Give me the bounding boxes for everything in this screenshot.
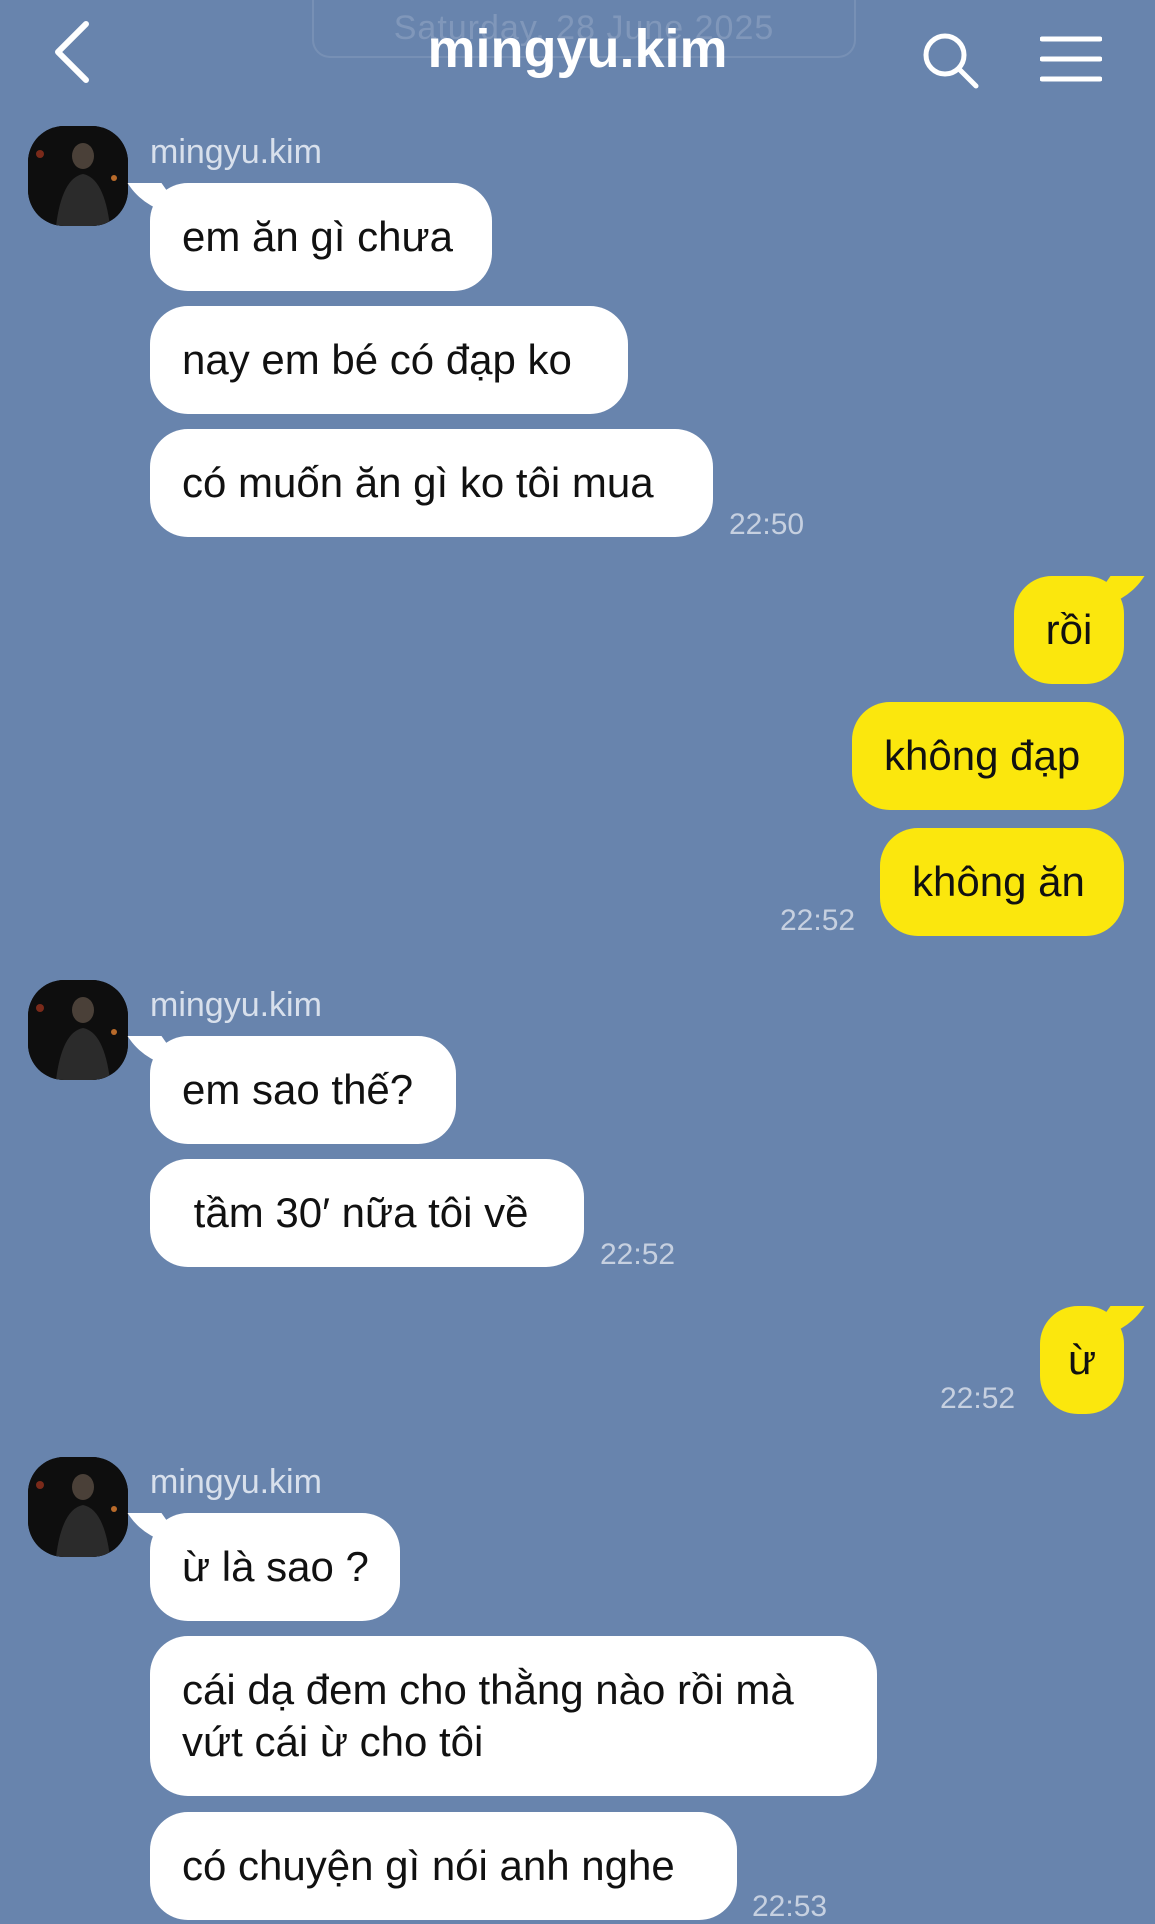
outgoing-message-bubble[interactable]: không ăn: [880, 828, 1124, 936]
outgoing-message-bubble[interactable]: không đạp: [852, 702, 1124, 810]
message-timestamp: 22:52: [780, 904, 856, 937]
incoming-message-bubble[interactable]: tầm 30′ nữa tôi về: [150, 1159, 584, 1267]
outgoing-message-bubble[interactable]: ừ: [1040, 1306, 1124, 1414]
message-timestamp: 22:52: [600, 1238, 676, 1271]
incoming-message-bubble[interactable]: ừ là sao ?: [150, 1513, 400, 1621]
sender-name: mingyu.kim: [150, 986, 322, 1024]
hamburger-menu-icon[interactable]: [1040, 34, 1102, 84]
avatar[interactable]: [28, 1457, 128, 1557]
incoming-message-bubble[interactable]: em ăn gì chưa: [150, 183, 492, 291]
message-timestamp: 22:52: [940, 1382, 1016, 1415]
sender-name: mingyu.kim: [150, 1463, 322, 1501]
avatar[interactable]: [28, 980, 128, 1080]
profile-photo: [28, 1457, 128, 1557]
message-timestamp: 22:53: [752, 1890, 828, 1923]
incoming-message-bubble[interactable]: nay em bé có đạp ko: [150, 306, 628, 414]
avatar[interactable]: [28, 126, 128, 226]
incoming-message-bubble[interactable]: có chuyện gì nói anh nghe: [150, 1812, 737, 1920]
outgoing-message-bubble[interactable]: rồi: [1014, 576, 1124, 684]
incoming-message-bubble[interactable]: em sao thế?: [150, 1036, 456, 1144]
incoming-message-bubble[interactable]: cái dạ đem cho thằng nào rồi mà vứt cái …: [150, 1636, 877, 1796]
search-icon[interactable]: [920, 30, 980, 90]
sender-name: mingyu.kim: [150, 133, 322, 171]
incoming-message-bubble[interactable]: có muốn ăn gì ko tôi mua: [150, 429, 713, 537]
message-timestamp: 22:50: [729, 508, 805, 541]
chat-header: Saturday, 28 June 2025 mingyu.kim: [0, 0, 1155, 100]
profile-photo: [28, 126, 128, 226]
chat-title: mingyu.kim: [427, 19, 728, 79]
chevron-left-icon[interactable]: [48, 16, 104, 88]
profile-photo: [28, 980, 128, 1080]
